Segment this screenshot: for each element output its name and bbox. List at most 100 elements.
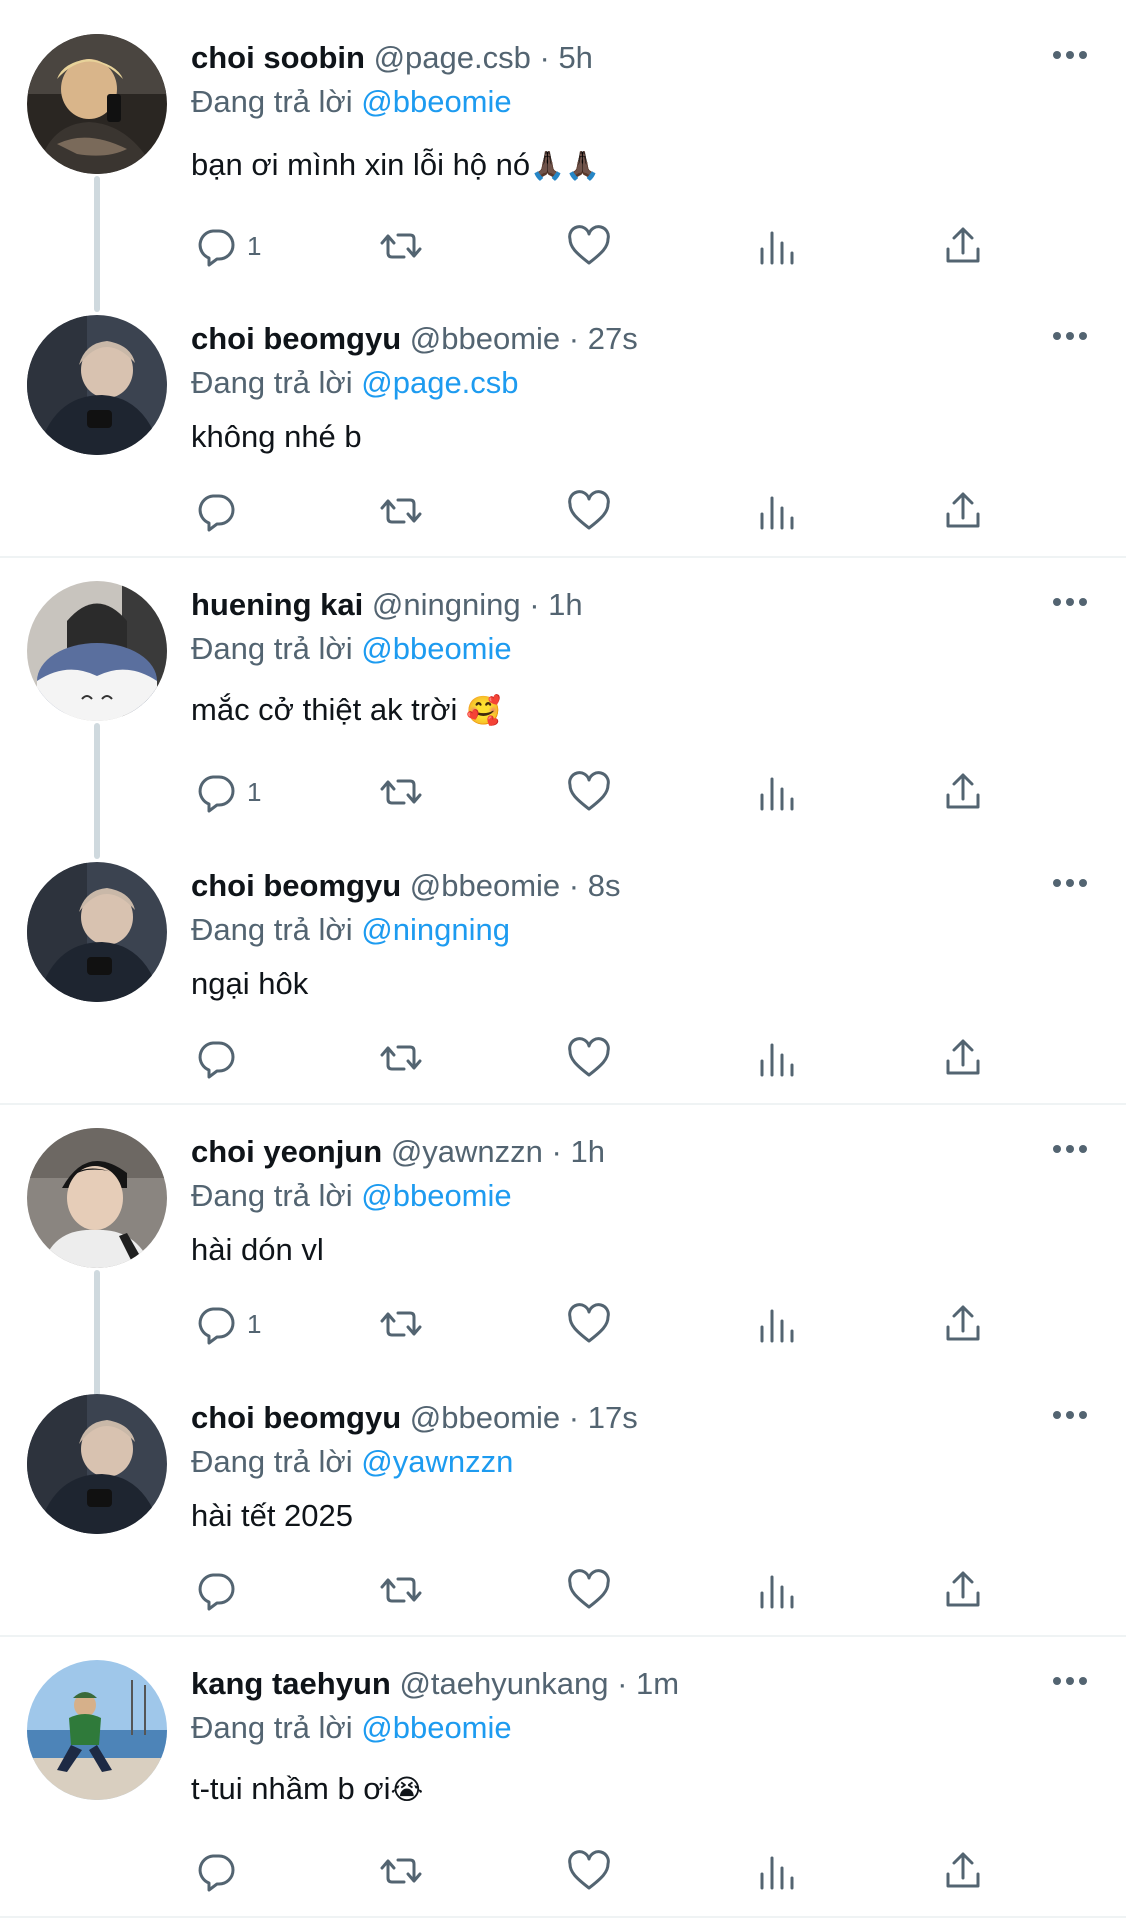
- display-name[interactable]: choi soobin: [191, 40, 365, 75]
- share-button[interactable]: [940, 762, 986, 822]
- user-handle[interactable]: @bbeomie: [410, 321, 560, 356]
- reply-button[interactable]: 1: [193, 762, 261, 822]
- reply-mention[interactable]: @bbeomie: [361, 1178, 511, 1213]
- more-options-icon[interactable]: [1050, 1400, 1090, 1430]
- display-name[interactable]: choi yeonjun: [191, 1134, 382, 1169]
- timestamp[interactable]: 8s: [588, 868, 621, 903]
- like-button[interactable]: [566, 1294, 612, 1354]
- views-button[interactable]: [753, 1028, 799, 1088]
- reply-button[interactable]: 1: [193, 1294, 261, 1354]
- share-button[interactable]: [940, 216, 986, 276]
- retweet-button[interactable]: [378, 1560, 424, 1620]
- avatar[interactable]: [27, 862, 167, 1002]
- like-button[interactable]: [566, 216, 612, 276]
- timestamp[interactable]: 1h: [548, 587, 582, 622]
- tweet[interactable]: kang taehyun @taehyunkang · 1m Đang trả …: [0, 1626, 1126, 1920]
- views-button[interactable]: [753, 216, 799, 276]
- retweet-button[interactable]: [378, 1028, 424, 1088]
- avatar[interactable]: [27, 581, 167, 721]
- avatar-photo: [27, 34, 167, 174]
- tweet[interactable]: choi beomgyu @bbeomie · 27s Đang trả lời…: [0, 281, 1126, 556]
- reply-button[interactable]: [193, 481, 247, 541]
- user-handle[interactable]: @ningning: [372, 587, 521, 622]
- like-button[interactable]: [566, 481, 612, 541]
- retweet-button[interactable]: [378, 762, 424, 822]
- reply-mention[interactable]: @ningning: [361, 912, 510, 947]
- more-options-icon[interactable]: [1050, 1666, 1090, 1696]
- display-name[interactable]: choi beomgyu: [191, 321, 401, 356]
- user-handle[interactable]: @bbeomie: [410, 868, 560, 903]
- avatar[interactable]: [27, 1660, 167, 1800]
- user-handle[interactable]: @page.csb: [374, 40, 531, 75]
- reply-button[interactable]: 1: [193, 216, 261, 276]
- action-bar: [0, 1560, 1126, 1620]
- reply-mention[interactable]: @bbeomie: [361, 1710, 511, 1745]
- thread-divider: [0, 1916, 1126, 1918]
- tweet-text-body: mắc cở thiệt ak trời: [191, 692, 458, 727]
- display-name[interactable]: choi beomgyu: [191, 1400, 401, 1435]
- more-options-icon[interactable]: [1050, 587, 1090, 617]
- reply-button[interactable]: [193, 1841, 247, 1901]
- reply-button[interactable]: [193, 1560, 247, 1620]
- more-options-icon[interactable]: [1050, 868, 1090, 898]
- tweet[interactable]: choi yeonjun @yawnzzn · 1h Đang trả lời …: [0, 1094, 1126, 1406]
- tweet-emoji: 🥰: [465, 694, 501, 727]
- avatar[interactable]: [27, 1128, 167, 1268]
- timestamp[interactable]: 5h: [558, 40, 592, 75]
- user-handle[interactable]: @taehyunkang: [399, 1666, 608, 1701]
- display-name[interactable]: kang taehyun: [191, 1666, 391, 1701]
- replying-to: Đang trả lời @yawnzzn: [191, 1442, 513, 1482]
- retweet-button[interactable]: [378, 1294, 424, 1354]
- like-button[interactable]: [566, 1560, 612, 1620]
- replying-to-label: Đang trả lời: [191, 1710, 353, 1745]
- tweet-header: kang taehyun @taehyunkang · 1m: [191, 1664, 679, 1704]
- tweet[interactable]: huening kai @ningning · 1h Đang trả lời …: [0, 547, 1126, 859]
- share-button[interactable]: [940, 1560, 986, 1620]
- share-button[interactable]: [940, 1028, 986, 1088]
- timestamp[interactable]: 27s: [588, 321, 638, 356]
- replying-to-label: Đang trả lời: [191, 84, 353, 119]
- retweet-button[interactable]: [378, 216, 424, 276]
- reply-button[interactable]: [193, 1028, 247, 1088]
- views-button[interactable]: [753, 762, 799, 822]
- display-name[interactable]: choi beomgyu: [191, 868, 401, 903]
- more-options-icon[interactable]: [1050, 1134, 1090, 1164]
- tweet-text: ngại hôk: [191, 964, 308, 1004]
- timestamp[interactable]: 17s: [588, 1400, 638, 1435]
- timestamp[interactable]: 1m: [636, 1666, 679, 1701]
- more-options-icon[interactable]: [1050, 321, 1090, 351]
- retweet-button[interactable]: [378, 1841, 424, 1901]
- action-bar: 1: [0, 1294, 1126, 1354]
- avatar[interactable]: [27, 34, 167, 174]
- separator-dot: ·: [568, 1400, 580, 1435]
- tweet-text-body: hài dón vl: [191, 1232, 324, 1267]
- like-button[interactable]: [566, 1028, 612, 1088]
- display-name[interactable]: huening kai: [191, 587, 363, 622]
- like-button[interactable]: [566, 762, 612, 822]
- replying-to: Đang trả lời @bbeomie: [191, 1708, 512, 1748]
- tweet-header: choi beomgyu @bbeomie · 17s: [191, 1398, 638, 1438]
- reply-mention[interactable]: @bbeomie: [361, 631, 511, 666]
- timestamp[interactable]: 1h: [570, 1134, 604, 1169]
- tweet[interactable]: choi soobin @page.csb · 5h Đang trả lời …: [0, 0, 1126, 312]
- views-button[interactable]: [753, 481, 799, 541]
- tweet[interactable]: choi beomgyu @bbeomie · 8s Đang trả lời …: [0, 828, 1126, 1103]
- reply-mention[interactable]: @page.csb: [361, 365, 518, 400]
- retweet-button[interactable]: [378, 481, 424, 541]
- more-options-icon[interactable]: [1050, 40, 1090, 70]
- tweet[interactable]: choi beomgyu @bbeomie · 17s Đang trả lời…: [0, 1360, 1126, 1635]
- views-button[interactable]: [753, 1841, 799, 1901]
- share-button[interactable]: [940, 481, 986, 541]
- reply-mention[interactable]: @yawnzzn: [361, 1444, 513, 1479]
- views-button[interactable]: [753, 1560, 799, 1620]
- share-button[interactable]: [940, 1294, 986, 1354]
- reply-mention[interactable]: @bbeomie: [361, 84, 511, 119]
- avatar[interactable]: [27, 315, 167, 455]
- user-handle[interactable]: @bbeomie: [410, 1400, 560, 1435]
- like-button[interactable]: [566, 1841, 612, 1901]
- reply-icon: [193, 769, 239, 815]
- avatar[interactable]: [27, 1394, 167, 1534]
- user-handle[interactable]: @yawnzzn: [391, 1134, 543, 1169]
- share-button[interactable]: [940, 1841, 986, 1901]
- views-button[interactable]: [753, 1294, 799, 1354]
